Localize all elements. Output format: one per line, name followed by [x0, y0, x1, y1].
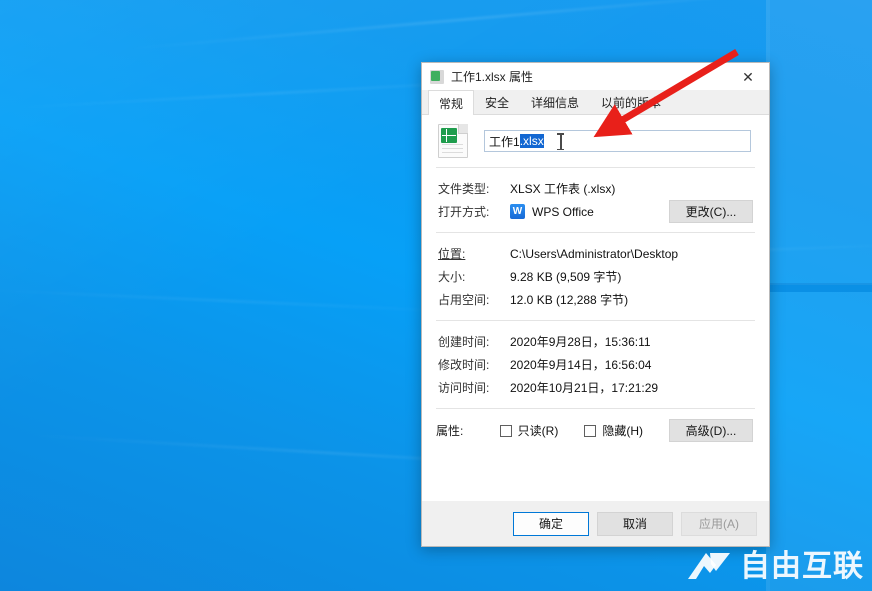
accessed-label: 访问时间:	[438, 381, 490, 395]
wallpaper-streak	[121, 0, 819, 51]
readonly-checkbox[interactable]: 只读(R)	[499, 422, 559, 439]
file-type-row: 文件类型: XLSX 工作表 (.xlsx)	[436, 177, 755, 200]
change-button[interactable]: 更改(C)...	[669, 200, 753, 223]
checkbox-box-icon	[584, 424, 597, 437]
hidden-checkbox[interactable]: 隐藏(H)	[584, 422, 643, 439]
location-size-group: 位置: C:\Users\Administrator\Desktop 大小: 9…	[436, 233, 755, 320]
tab-previous-versions[interactable]: 以前的版本	[590, 90, 672, 114]
opens-with-value: WPS Office	[532, 204, 594, 219]
filename-text-selected: .xlsx	[519, 134, 544, 148]
size-on-disk-row: 占用空间: 12.0 KB (12,288 字节)	[436, 288, 755, 311]
wallpaper-streak	[0, 288, 490, 314]
xlsx-file-icon	[430, 69, 444, 84]
opens-with-value-wrap: WPS Office 更改(C)...	[510, 200, 755, 223]
tab-details[interactable]: 详细信息	[520, 90, 590, 114]
advanced-button[interactable]: 高级(D)...	[669, 419, 753, 442]
panel-spacer	[436, 442, 755, 501]
size-row: 大小: 9.28 KB (9,509 字节)	[436, 265, 755, 288]
readonly-label: 只读(R)	[517, 424, 559, 438]
opens-with-label: 打开方式:	[438, 205, 490, 219]
dialog-footer: 确定 取消 应用(A)	[422, 501, 769, 546]
size-on-disk-value: 12.0 KB (12,288 字节)	[510, 293, 629, 307]
checkbox-box-icon	[499, 424, 512, 437]
file-type-value: XLSX 工作表 (.xlsx)	[510, 182, 616, 196]
timestamps-group: 创建时间: 2020年9月28日，15:36:11 修改时间: 2020年9月1…	[436, 321, 755, 408]
size-value: 9.28 KB (9,509 字节)	[510, 270, 622, 284]
modified-row: 修改时间: 2020年9月14日，16:56:04	[436, 353, 755, 376]
close-icon[interactable]: ✕	[727, 63, 769, 90]
file-type-label: 文件类型:	[438, 182, 490, 196]
location-label: 位置:	[438, 247, 466, 261]
hidden-label: 隐藏(H)	[602, 424, 643, 438]
filename-row: 工作1 .xlsx	[436, 115, 755, 167]
filename-input[interactable]: 工作1 .xlsx	[484, 130, 751, 152]
attributes-row: 属性: 只读(R) 隐藏(H) 高级(D)...	[436, 419, 755, 442]
wallpaper-pane	[770, 0, 872, 285]
attributes-group: 属性: 只读(R) 隐藏(H) 高级(D)...	[436, 409, 755, 442]
created-label: 创建时间:	[438, 335, 490, 349]
file-type-group: 文件类型: XLSX 工作表 (.xlsx) 打开方式: WPS Office …	[436, 168, 755, 232]
size-on-disk-label: 占用空间:	[438, 293, 490, 307]
wallpaper-pane-divider	[770, 283, 872, 292]
ok-button[interactable]: 确定	[513, 511, 589, 536]
created-row: 创建时间: 2020年9月28日，15:36:11	[436, 330, 755, 353]
file-properties-dialog: 工作1.xlsx 属性 ✕ 常规 安全 详细信息 以前的版本 工作1.xlsx	[421, 62, 770, 547]
location-value: C:\Users\Administrator\Desktop	[510, 246, 679, 261]
location-row: 位置: C:\Users\Administrator\Desktop	[436, 242, 755, 265]
tab-security[interactable]: 安全	[474, 90, 520, 114]
modified-value: 2020年9月14日，16:56:04	[510, 358, 652, 372]
tab-strip: 常规 安全 详细信息 以前的版本	[422, 90, 769, 115]
opens-with-row: 打开方式: WPS Office 更改(C)...	[436, 200, 755, 223]
xlsx-file-icon	[438, 124, 468, 158]
cancel-button[interactable]: 取消	[597, 511, 673, 536]
size-label: 大小:	[438, 270, 466, 284]
created-value: 2020年9月28日，15:36:11	[510, 335, 651, 349]
modified-label: 修改时间:	[438, 358, 490, 372]
wps-office-icon	[510, 204, 525, 219]
filename-text-unselected: 工作1	[489, 134, 520, 149]
dialog-title: 工作1.xlsx 属性	[451, 70, 534, 84]
wallpaper-pane	[770, 292, 872, 591]
attributes-label: 属性:	[436, 424, 464, 438]
dialog-titlebar[interactable]: 工作1.xlsx 属性 ✕	[422, 63, 769, 90]
tab-general[interactable]: 常规	[428, 90, 475, 115]
accessed-row: 访问时间: 2020年10月21日，17:21:29	[436, 376, 755, 399]
text-cursor-icon	[557, 133, 564, 150]
apply-button: 应用(A)	[681, 511, 757, 536]
accessed-value: 2020年10月21日，17:21:29	[510, 381, 659, 395]
general-tab-panel: 工作1.xlsx 文件类型: XLSX 工作表 (.xlsx) 打开方式: WP…	[422, 115, 769, 501]
